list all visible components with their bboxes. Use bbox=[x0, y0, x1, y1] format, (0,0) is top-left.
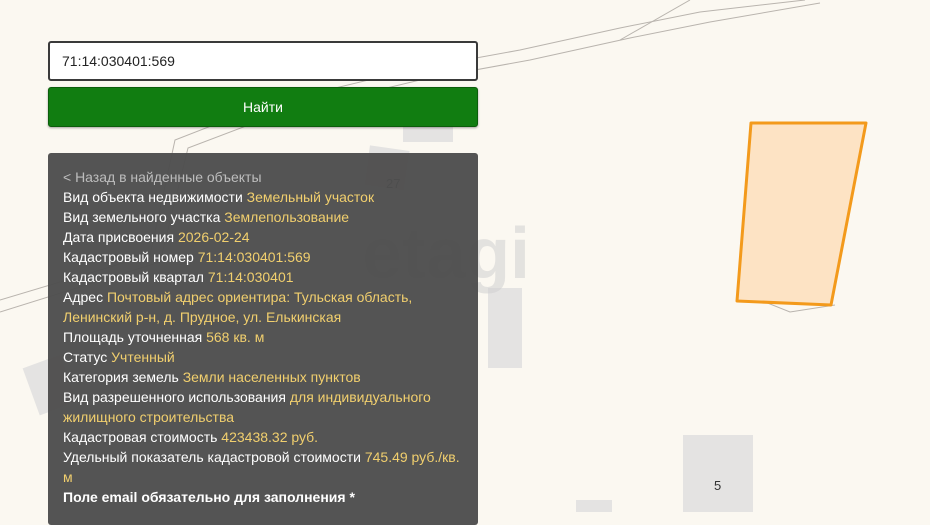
email-required-note: Поле email обязательно для заполнения * bbox=[63, 489, 355, 505]
map-building bbox=[488, 288, 522, 368]
info-row-label: Категория земель bbox=[63, 369, 179, 385]
info-row: Кадастровый квартал 71:14:030401 bbox=[63, 267, 462, 287]
info-row-label: Кадастровый квартал bbox=[63, 269, 204, 285]
info-row-value: 2026-02-24 bbox=[177, 229, 250, 245]
info-row: Кадастровая стоимость 423438.32 руб. bbox=[63, 427, 462, 447]
search-button[interactable]: Найти bbox=[48, 87, 478, 127]
map-building bbox=[683, 435, 753, 512]
info-row-value: Земли населенных пунктов bbox=[182, 369, 361, 385]
object-info-panel: < Назад в найденные объекты Вид объекта … bbox=[48, 153, 478, 525]
info-row-label: Площадь уточненная bbox=[63, 329, 203, 345]
info-row-value: 71:14:030401 bbox=[207, 269, 294, 285]
info-row: Статус Учтенный bbox=[63, 347, 462, 367]
info-row-value: Землепользование bbox=[224, 209, 350, 225]
info-row: Вид разрешенного использования для индив… bbox=[63, 387, 462, 427]
info-row-label: Адрес bbox=[63, 289, 104, 305]
info-row-label: Вид разрешенного использования bbox=[63, 389, 286, 405]
cadastral-search-input[interactable] bbox=[48, 41, 478, 81]
info-row: Дата присвоения 2026-02-24 bbox=[63, 227, 462, 247]
info-row-value: Учтенный bbox=[111, 349, 175, 365]
info-row-label: Вид земельного участка bbox=[63, 209, 221, 225]
house-number-label: 5 bbox=[714, 478, 722, 493]
info-row: Категория земель Земли населенных пункто… bbox=[63, 367, 462, 387]
info-row: Площадь уточненная 568 кв. м bbox=[63, 327, 462, 347]
highlighted-parcel[interactable] bbox=[735, 121, 868, 307]
back-to-results-link[interactable]: < Назад в найденные объекты bbox=[63, 167, 462, 187]
info-row: Адрес Почтовый адрес ориентира: Тульская… bbox=[63, 287, 462, 327]
info-row-label: Дата присвоения bbox=[63, 229, 175, 245]
info-fields: Вид объекта недвижимости Земельный участ… bbox=[63, 187, 462, 487]
info-row-value: Почтовый адрес ориентира: Тульская облас… bbox=[63, 289, 413, 325]
info-row-label: Вид объекта недвижимости bbox=[63, 189, 243, 205]
map-building bbox=[576, 500, 612, 512]
info-row-label: Удельный показатель кадастровой стоимост… bbox=[63, 449, 361, 465]
info-row-label: Кадастровый номер bbox=[63, 249, 194, 265]
info-row: Вид объекта недвижимости Земельный участ… bbox=[63, 187, 462, 207]
info-row-value: Земельный участок bbox=[246, 189, 375, 205]
info-row-label: Кадастровая стоимость bbox=[63, 429, 218, 445]
info-row: Удельный показатель кадастровой стоимост… bbox=[63, 447, 462, 487]
map-road-line bbox=[619, 0, 691, 41]
info-row-label: Статус bbox=[63, 349, 108, 365]
info-row-value: 423438.32 руб. bbox=[221, 429, 319, 445]
info-row: Вид земельного участка Землепользование bbox=[63, 207, 462, 227]
info-row-value: 71:14:030401:569 bbox=[197, 249, 311, 265]
info-row-value: 568 кв. м bbox=[206, 329, 265, 345]
info-row: Кадастровый номер 71:14:030401:569 bbox=[63, 247, 462, 267]
